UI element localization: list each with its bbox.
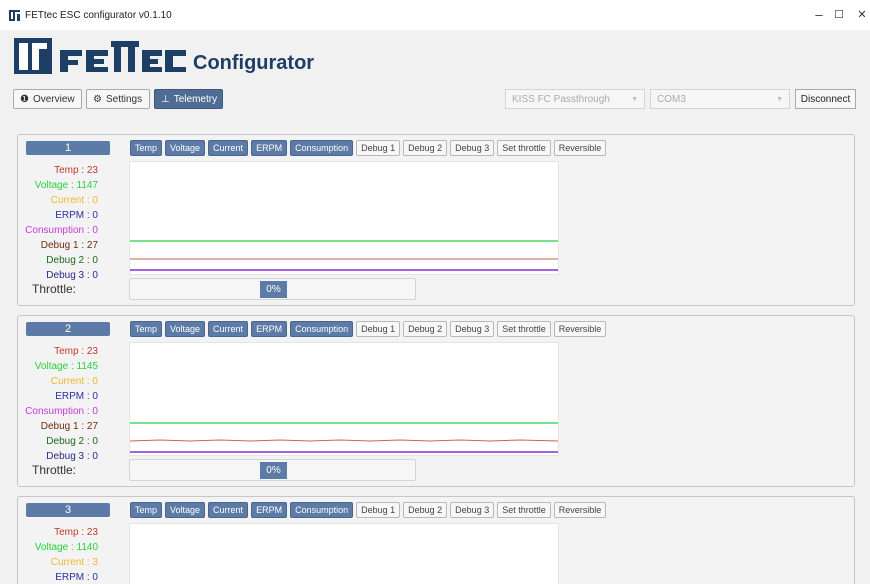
toggle-voltage[interactable]: Voltage xyxy=(165,140,206,156)
toggle-debug1[interactable]: Debug 1 xyxy=(356,502,401,518)
toggle-set-throttle[interactable]: Set throttle xyxy=(497,140,551,156)
voltage-readout: Voltage : 1145 xyxy=(34,361,98,372)
logo-header: Configurator xyxy=(0,30,870,80)
throttle-value: 0% xyxy=(260,281,287,298)
toggle-temp[interactable]: Temp xyxy=(130,140,163,156)
current-readout: Current : 0 xyxy=(50,195,98,206)
telemetry-label: Telemetry xyxy=(173,93,218,105)
telemetry-readouts: Temp : 23 Voltage : 1145 Current : 0 ERP… xyxy=(18,344,98,464)
erpm-readout: ERPM : 0 xyxy=(55,391,98,402)
toggle-reversible[interactable]: Reversible xyxy=(553,502,607,518)
toggle-debug1[interactable]: Debug 1 xyxy=(356,321,401,337)
toggle-debug2[interactable]: Debug 2 xyxy=(403,321,448,337)
toggle-debug2[interactable]: Debug 2 xyxy=(403,502,448,518)
settings-label: Settings xyxy=(105,93,143,105)
mode-select-value: KISS FC Passthrough xyxy=(512,93,610,105)
telemetry-readouts: Temp : 23 Voltage : 1140 Current : 3 ERP… xyxy=(18,525,98,584)
close-button[interactable]: ✕ xyxy=(852,6,870,24)
window-titlebar: FETtec ESC configurator v0.1.10 – ☐ ✕ xyxy=(0,0,870,30)
series-toggles: Temp Voltage Current ERPM Consumption De… xyxy=(130,321,607,337)
minimize-button[interactable]: – xyxy=(809,6,829,24)
window-title: FETtec ESC configurator v0.1.10 xyxy=(25,10,172,21)
motor-panel-2: 2 Temp Voltage Current ERPM Consumption … xyxy=(17,315,855,487)
toggle-reversible[interactable]: Reversible xyxy=(553,321,607,337)
current-readout: Current : 3 xyxy=(50,557,98,568)
consumption-readout: Consumption : 0 xyxy=(25,225,98,236)
throttle-label: Throttle: xyxy=(32,282,77,296)
debug3-readout: Debug 3 : 0 xyxy=(46,451,98,462)
toggle-voltage[interactable]: Voltage xyxy=(165,502,206,518)
temp-readout: Temp : 23 xyxy=(54,527,98,538)
motor-number: 1 xyxy=(26,141,110,155)
throttle-label: Throttle: xyxy=(32,463,77,477)
maximize-button[interactable]: ☐ xyxy=(829,6,849,24)
toggle-erpm[interactable]: ERPM xyxy=(251,321,288,337)
toggle-debug3[interactable]: Debug 3 xyxy=(450,502,495,518)
chart-icon: ⊥ xyxy=(161,93,170,105)
erpm-readout: ERPM : 0 xyxy=(55,572,98,583)
series-toggles: Temp Voltage Current ERPM Consumption De… xyxy=(130,502,607,518)
app-logo-icon xyxy=(9,10,20,21)
erpm-readout: ERPM : 0 xyxy=(55,210,98,221)
toggle-debug1[interactable]: Debug 1 xyxy=(356,140,401,156)
chevron-down-icon: ▼ xyxy=(631,95,638,103)
throttle-value: 0% xyxy=(260,462,287,479)
port-select-value: COM3 xyxy=(657,93,686,105)
toggle-consumption[interactable]: Consumption xyxy=(290,502,354,518)
toggle-consumption[interactable]: Consumption xyxy=(290,140,354,156)
throttle-slider[interactable]: 0% xyxy=(129,278,416,300)
toggle-temp[interactable]: Temp xyxy=(130,502,163,518)
temp-line xyxy=(130,439,558,442)
app-subtitle: Configurator xyxy=(193,52,315,74)
motor-panel-3: 3 Temp Voltage Current ERPM Consumption … xyxy=(17,496,855,584)
toggle-erpm[interactable]: ERPM xyxy=(251,140,288,156)
toggle-current[interactable]: Current xyxy=(208,502,249,518)
current-readout: Current : 0 xyxy=(50,376,98,387)
toggle-set-throttle[interactable]: Set throttle xyxy=(497,321,551,337)
temp-readout: Temp : 23 xyxy=(54,165,98,176)
toggle-reversible[interactable]: Reversible xyxy=(553,140,607,156)
gear-icon: ⚙ xyxy=(93,93,102,105)
debug1-readout: Debug 1 : 27 xyxy=(40,240,98,251)
debug1-readout: Debug 1 : 27 xyxy=(40,421,98,432)
toggle-consumption[interactable]: Consumption xyxy=(290,321,354,337)
settings-button[interactable]: ⚙ Settings xyxy=(86,89,150,109)
fettec-logo xyxy=(14,38,186,74)
voltage-readout: Voltage : 1147 xyxy=(34,180,98,191)
voltage-readout: Voltage : 1140 xyxy=(34,542,98,553)
overview-label: Overview xyxy=(32,93,75,105)
debug3-readout: Debug 3 : 0 xyxy=(46,270,98,281)
chevron-down-icon: ▼ xyxy=(776,95,783,103)
series-toggles: Temp Voltage Current ERPM Consumption De… xyxy=(130,140,607,156)
port-select[interactable]: COM3 ▼ xyxy=(650,89,790,109)
disconnect-button[interactable]: Disconnect xyxy=(795,89,856,109)
telemetry-graph xyxy=(129,342,559,456)
toggle-debug3[interactable]: Debug 3 xyxy=(450,321,495,337)
telemetry-graph xyxy=(129,161,559,275)
mode-select[interactable]: KISS FC Passthrough ▼ xyxy=(505,89,645,109)
toggle-temp[interactable]: Temp xyxy=(130,321,163,337)
toggle-debug3[interactable]: Debug 3 xyxy=(450,140,495,156)
motor-number: 2 xyxy=(26,322,110,336)
toggle-debug2[interactable]: Debug 2 xyxy=(403,140,448,156)
throttle-slider[interactable]: 0% xyxy=(129,459,416,481)
motor-panel-1: 1 Temp Voltage Current ERPM Consumption … xyxy=(17,134,855,306)
motor-number: 3 xyxy=(26,503,110,517)
toggle-current[interactable]: Current xyxy=(208,321,249,337)
overview-button[interactable]: ❶ Overview xyxy=(13,89,82,109)
telemetry-button[interactable]: ⊥ Telemetry xyxy=(154,89,223,109)
temp-readout: Temp : 23 xyxy=(54,346,98,357)
toggle-set-throttle[interactable]: Set throttle xyxy=(497,502,551,518)
toggle-current[interactable]: Current xyxy=(208,140,249,156)
telemetry-graph xyxy=(129,523,559,584)
telemetry-readouts: Temp : 23 Voltage : 1147 Current : 0 ERP… xyxy=(18,163,98,283)
consumption-readout: Consumption : 0 xyxy=(25,406,98,417)
toggle-voltage[interactable]: Voltage xyxy=(165,321,206,337)
debug2-readout: Debug 2 : 0 xyxy=(46,436,98,447)
info-icon: ❶ xyxy=(20,93,29,105)
toggle-erpm[interactable]: ERPM xyxy=(251,502,288,518)
debug2-readout: Debug 2 : 0 xyxy=(46,255,98,266)
